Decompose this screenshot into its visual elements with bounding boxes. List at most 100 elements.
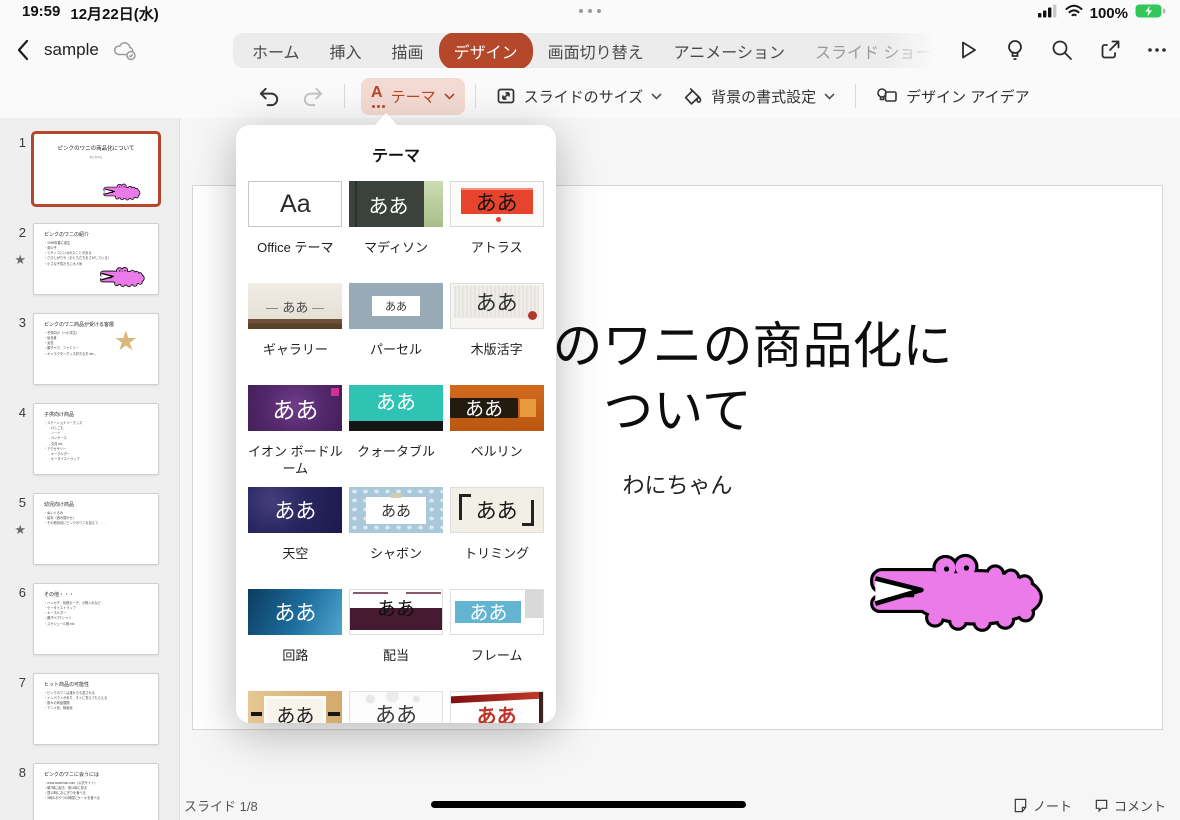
- theme-thumbnail: ああ: [248, 691, 343, 723]
- theme-option-madison[interactable]: ああ マディソン: [346, 181, 447, 283]
- theme-thumbnail: ああ: [348, 283, 443, 329]
- tab-design[interactable]: デザイン: [438, 33, 533, 68]
- tab-insert[interactable]: 挿入: [315, 33, 377, 68]
- back-button[interactable]: [16, 38, 30, 67]
- more-options-button[interactable]: [1146, 38, 1168, 62]
- theme-thumbnail: ああ: [449, 385, 544, 431]
- theme-option-celestial[interactable]: ああ 天空: [245, 487, 346, 589]
- theme-option-woodtype[interactable]: ああ 木版活字: [446, 283, 547, 385]
- date: 12月22日(水): [70, 5, 159, 23]
- theme-option-berlin[interactable]: ああ ベルリン: [446, 385, 547, 487]
- slide-thumbnail-3[interactable]: ピンクのワニ商品が受ける客層 ・子供向け（～小学生） ・私自身 ・女性 ・親子ペア、ファ…: [33, 313, 159, 385]
- theme-option-frame[interactable]: ああ フレーム: [446, 589, 547, 691]
- ribbon-toolbar: A テーマ スライドのサイズ 背景の書式設定 デザイン アイデア: [0, 74, 1180, 118]
- slide-thumbnail-4[interactable]: 子供向け商品 ・ステーショナリーグッズ - けしごむ - ノート - ペンケース - 文具…: [33, 403, 159, 475]
- comments-button[interactable]: コメント: [1094, 796, 1166, 815]
- slide-thumbnail-1[interactable]: ピンクのワニの商品化について わにちゃん: [31, 131, 161, 207]
- theme-option-office[interactable]: Aa Office テーマ: [245, 181, 346, 283]
- note-icon: [1014, 798, 1027, 812]
- design-ideas-button[interactable]: デザイン アイデア: [866, 79, 1039, 114]
- favorite-star-icon: ★: [14, 522, 26, 537]
- theme-option-parcel[interactable]: ああ パーセル: [346, 283, 447, 385]
- theme-label: マディソン: [363, 240, 429, 255]
- theme-option-redband[interactable]: ああ: [446, 691, 547, 723]
- slide-thumbnail-6[interactable]: その他・・・ ・ハンカチ、化粧ポーチ、小物入れなど ・ケータイストラップ ・キーホルダ…: [33, 583, 159, 655]
- slide-number: 3: [18, 315, 26, 330]
- tab-transitions[interactable]: 画面切り替え: [533, 33, 659, 68]
- theme-label: シャボン: [369, 546, 422, 561]
- popover-arrow: [374, 113, 398, 126]
- slide-list: 1 ピンクのワニの商品化について わにちゃん 2 ★ ピンクのワニの紹介 ・1995年春に誕…: [0, 131, 179, 820]
- theme-thumbnail: ああ: [348, 181, 443, 227]
- slide-number: 1: [18, 135, 26, 150]
- theme-grid: Aa Office テーマ ああ マディソン ああ アトラス ああ ギャラリー ああ パーセル ああ…: [236, 181, 556, 723]
- theme-thumbnail: ああ: [248, 385, 343, 431]
- slide-thumbnail-2[interactable]: ピンクのワニの紹介 ・1995年春に誕生 ・男の子 ・ツチノコといわれたことがある ・さ…: [33, 223, 159, 295]
- multitask-handle[interactable]: [579, 9, 601, 13]
- slide-scrubber[interactable]: [431, 801, 746, 808]
- background-format-button[interactable]: 背景の書式設定: [672, 79, 845, 114]
- ideas-lightbulb-button[interactable]: [1004, 38, 1026, 62]
- theme-thumbnail: ああ: [449, 487, 544, 533]
- theme-thumbnail: ああ: [449, 589, 544, 635]
- theme-icon: A: [371, 84, 383, 108]
- chevron-down-icon: [651, 92, 662, 100]
- battery-icon: [1135, 4, 1166, 22]
- play-slideshow-button[interactable]: [956, 38, 980, 62]
- theme-label: 木版活字: [470, 342, 523, 357]
- tab-animations[interactable]: アニメーション: [659, 33, 800, 68]
- notes-button[interactable]: ノート: [1013, 796, 1072, 815]
- slide-number: 7: [18, 675, 26, 690]
- slide-number: 8: [18, 765, 26, 780]
- slide-number: 4: [18, 405, 26, 420]
- slide-thumbnail-5[interactable]: 幼児向け商品 ・ぬいぐるみ ・絵本（読み聞かせ） ・その他玩具にピンクのワニを加えて．…: [33, 493, 159, 565]
- slide-counter: スライド 1/8: [184, 798, 258, 814]
- theme-option-quotable[interactable]: ああ クォータブル: [346, 385, 447, 487]
- theme-thumbnail: ああ: [248, 283, 343, 329]
- paint-bucket-icon: [682, 86, 703, 107]
- design-ideas-icon: [876, 86, 898, 106]
- theme-thumbnail: Aa: [248, 181, 343, 227]
- theme-thumbnail: ああ: [248, 487, 343, 533]
- theme-thumbnail: ああ: [348, 487, 443, 533]
- undo-button[interactable]: [248, 78, 291, 115]
- tab-fade: [885, 33, 945, 68]
- theme-thumbnail: ああ: [348, 385, 443, 431]
- cellular-signal-icon: [1037, 4, 1058, 22]
- comments-label: コメント: [1113, 798, 1166, 814]
- theme-option-atlas[interactable]: ああ アトラス: [446, 181, 547, 283]
- tab-home[interactable]: ホーム: [237, 33, 315, 68]
- theme-dropdown-button[interactable]: A テーマ: [361, 77, 465, 115]
- theme-label: Office テーマ: [257, 240, 334, 255]
- theme-option-droplet[interactable]: ああ: [346, 691, 447, 723]
- theme-option-crop[interactable]: ああ トリミング: [446, 487, 547, 589]
- theme-label: ベルリン: [470, 444, 523, 459]
- search-button[interactable]: [1050, 38, 1074, 62]
- theme-label: イオン ボードルーム: [248, 444, 343, 476]
- divider: [474, 84, 476, 108]
- theme-option-circuit[interactable]: ああ 回路: [245, 589, 346, 691]
- theme-panel: テーマ Aa Office テーマ ああ マディソン ああ アトラス ああ ギャラリー ああ パー…: [236, 125, 556, 723]
- theme-option-gallery[interactable]: ああ ギャラリー: [245, 283, 346, 385]
- tab-draw[interactable]: 描画: [377, 33, 439, 68]
- slide-thumbnail-8[interactable]: ピンクのワニに会うには ・www.wanichan.com（公式サイト） ・朝7時に…: [33, 763, 159, 820]
- footer-bar: スライド 1/8 ノート コメント: [181, 790, 1180, 820]
- redo-button[interactable]: [291, 78, 334, 115]
- share-button[interactable]: [1098, 38, 1122, 62]
- theme-button-label: テーマ: [390, 88, 436, 106]
- theme-thumbnail: ああ: [248, 589, 343, 635]
- chevron-down-icon: [824, 92, 835, 100]
- slide-size-button[interactable]: スライドのサイズ: [486, 79, 673, 114]
- theme-option-wood2[interactable]: ああ: [245, 691, 346, 723]
- crocodile-drawing[interactable]: [868, 546, 1046, 635]
- theme-thumbnail: ああ: [348, 589, 443, 635]
- theme-label: トリミング: [464, 546, 530, 561]
- document-title[interactable]: sample: [44, 40, 99, 60]
- design-ideas-label: デザイン アイデア: [906, 88, 1030, 106]
- slide-number: 5: [18, 495, 26, 510]
- slide-thumbnail-7[interactable]: ヒット商品の可能性 ・ピンクのワニは誰からも愛される ・インパクトがあり、すぐに覚え…: [33, 673, 159, 745]
- slide-subtitle-text[interactable]: わにちゃん: [622, 468, 732, 500]
- theme-option-dividend[interactable]: ああ 配当: [346, 589, 447, 691]
- theme-option-ion[interactable]: ああイオン ボードルーム: [245, 385, 346, 487]
- theme-option-savon[interactable]: ああ シャボン: [346, 487, 447, 589]
